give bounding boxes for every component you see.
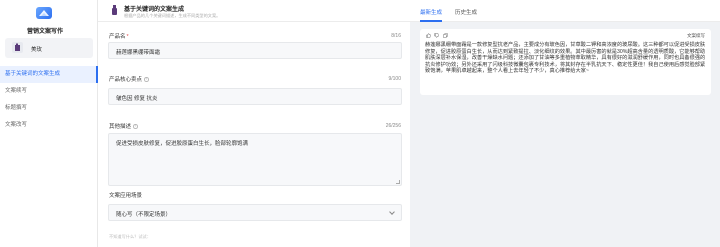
resize-handle-icon[interactable]	[396, 180, 400, 184]
sidebar-item-rewrite[interactable]: 文案改写	[0, 117, 98, 134]
app-logo-icon	[36, 7, 52, 19]
page-title: 基于关键词的文案生成	[124, 7, 185, 13]
doc-type-tag: 文案续写	[687, 33, 705, 38]
other-desc-counter: 26/256	[385, 123, 401, 129]
sidebar-item-continuation[interactable]: 文案续写	[0, 83, 98, 100]
avatar	[12, 42, 23, 53]
user-card[interactable]: 美玫	[5, 38, 93, 58]
sidebar-item-keyword-generation[interactable]: 基于关键词的文案生成	[0, 66, 98, 83]
scenario-selected-value: 随心写（不限定场景）	[116, 212, 172, 218]
generation-form: 产品名* 8/16 赫莲娜黑绷带面霜 产品核心卖点? 9/100 皱色因 修复 …	[98, 22, 410, 247]
suggestion-hint: 不知道写什么？试试：	[109, 234, 151, 239]
thumbs-up-icon[interactable]	[426, 33, 431, 38]
generated-result-text: 赫莲娜黑绷带面霜是一款修复型抗老产品，主要成分有玻色因，甘草酸二钾和高浓度的玻尿…	[425, 42, 706, 74]
sidebar: 营销文案写作 美玫 基于关键词的文案生成 文案续写 标题撰写 文案改写	[0, 0, 98, 247]
other-desc-label: 其他描述?	[109, 124, 138, 130]
scenario-label: 文案应用场景	[109, 193, 143, 199]
result-panel: 最新生成 历史生成 文案续写 赫莲娜黑绷带面霜是一款修复型抗老产品，主要成分有玻…	[410, 0, 720, 247]
product-name-input[interactable]: 赫莲娜黑绷带面霜	[108, 42, 402, 59]
tab-history[interactable]: 历史生成	[455, 8, 477, 16]
other-desc-text: 促进受损皮肤修复，促进胶原蛋白生长，脸部轮廓饱满	[116, 141, 249, 147]
scenario-select[interactable]: 随心写（不限定场景）	[108, 204, 402, 221]
result-card: 文案续写 赫莲娜黑绷带面霜是一款修复型抗老产品，主要成分有玻色因，甘草酸二钾和高…	[420, 29, 711, 95]
active-tab-indicator	[420, 20, 442, 22]
sidebar-nav: 基于关键词的文案生成 文案续写 标题撰写 文案改写	[0, 66, 98, 134]
copy-icon[interactable]	[443, 33, 448, 38]
app-title: 营销文案写作	[26, 29, 63, 35]
other-desc-textarea[interactable]: 促进受损皮肤修复，促进胶原蛋白生长，脸部轮廓饱满	[108, 133, 402, 186]
result-tabs: 最新生成 历史生成	[410, 0, 720, 22]
cosmetic-bottle-icon	[110, 4, 119, 16]
product-name-label: 产品名*	[109, 34, 129, 40]
selling-points-input[interactable]: 皱色因 修复 抗炎	[108, 88, 402, 105]
sidebar-item-title-writing[interactable]: 标题撰写	[0, 100, 98, 117]
tab-latest[interactable]: 最新生成	[420, 8, 442, 16]
chevron-down-icon	[389, 209, 395, 215]
thumbs-down-icon[interactable]	[434, 33, 439, 38]
page-subtitle: 根据产品的几个关键词描述，生成不同类型的文案。	[124, 13, 221, 18]
selling-points-label: 产品核心卖点?	[109, 77, 149, 83]
selling-points-counter: 9/100	[388, 76, 401, 82]
user-name: 美玫	[31, 47, 43, 53]
page-header: 基于关键词的文案生成 根据产品的几个关键词描述，生成不同类型的文案。	[98, 0, 410, 22]
product-name-counter: 8/16	[391, 33, 401, 39]
